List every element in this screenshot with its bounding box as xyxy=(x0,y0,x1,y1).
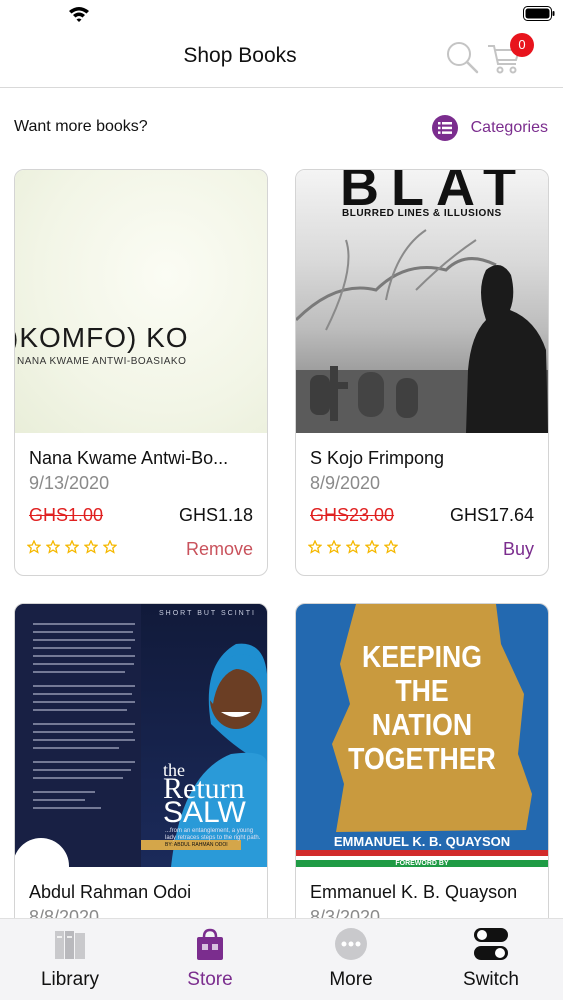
cover-subtitle: BLURRED LINES & ILLUSIONS xyxy=(342,208,502,219)
page-title: Shop Books xyxy=(183,44,297,67)
cover-front: SHORT BUT SCINTI the Return SALW ...from… xyxy=(141,604,267,867)
tab-more[interactable]: More xyxy=(281,919,421,1000)
star-icon xyxy=(346,540,360,554)
book-author: Abdul Rahman Odoi xyxy=(29,882,192,902)
status-bar xyxy=(0,0,563,30)
store-icon xyxy=(197,928,223,960)
star-icon xyxy=(27,540,41,554)
cover-title-line: KEEPING xyxy=(362,639,482,674)
book-date: 9/13/2020 xyxy=(29,473,110,493)
book-cover[interactable]: SHORT BUT SCINTI the Return SALW ...from… xyxy=(15,604,267,867)
battery-icon xyxy=(523,6,555,21)
more-icon xyxy=(335,928,367,960)
star-icon xyxy=(308,540,322,554)
cover-title-line: NATION xyxy=(371,707,473,742)
book-card[interactable]: BLAT BLURRED LINES & ILLUSIONS S Kojo Fr… xyxy=(295,169,549,576)
cover-tagline: ...from an entanglement, a young lady re… xyxy=(165,828,261,841)
tab-library[interactable]: Library xyxy=(0,919,140,1000)
promo-text: Want more books? xyxy=(14,118,148,135)
switch-icon xyxy=(474,928,508,960)
cart-count-badge: 0 xyxy=(510,33,534,57)
categories-button[interactable]: Categories xyxy=(431,114,548,142)
cover-back xyxy=(15,604,141,867)
search-icon[interactable] xyxy=(445,40,479,74)
book-cover[interactable]: KEEPING THE NATION TOGETHER EMMANUEL K. … xyxy=(296,604,548,867)
book-price: GHS17.64 xyxy=(449,505,534,525)
book-author: S Kojo Frimpong xyxy=(310,448,445,468)
cover-foreword: FOREWORD BY xyxy=(395,860,449,867)
star-icon xyxy=(46,540,60,554)
tab-label: Switch xyxy=(463,969,519,990)
cover-title-3: SALW xyxy=(163,796,246,829)
cover-title: KEEPING THE NATION TOGETHER xyxy=(314,640,531,776)
buy-button[interactable]: Buy xyxy=(503,539,534,560)
tab-label: Store xyxy=(187,969,233,990)
cover-title-line: THE xyxy=(395,673,449,708)
star-icon xyxy=(103,540,117,554)
star-icon xyxy=(65,540,79,554)
book-cover[interactable]: )KOMFO) KO NANA KWAME ANTWI-BOASIAKO xyxy=(15,170,267,433)
cover-tag: SHORT BUT SCINTI xyxy=(159,610,256,617)
star-icon xyxy=(365,540,379,554)
book-author: Emmanuel K. B. Quayson xyxy=(310,882,518,902)
library-icon xyxy=(55,931,85,959)
book-author: Nana Kwame Antwi-Bo... xyxy=(29,448,229,468)
star-icon xyxy=(327,540,341,554)
remove-button[interactable]: Remove xyxy=(186,539,253,560)
book-price: GHS1.18 xyxy=(178,505,253,525)
cover-author: NANA KWAME ANTWI-BOASIAKO xyxy=(17,356,187,367)
cover-author: EMMANUEL K. B. QUAYSON xyxy=(333,834,511,849)
rating-stars xyxy=(27,540,122,554)
tab-switch[interactable]: Switch xyxy=(421,919,561,1000)
book-date: 8/9/2020 xyxy=(310,473,381,493)
cover-byline: BY: ABDUL RAHMAN ODOI xyxy=(165,842,228,848)
tab-store[interactable]: Store xyxy=(140,919,280,1000)
book-cover[interactable]: BLAT BLURRED LINES & ILLUSIONS xyxy=(296,170,548,433)
book-card[interactable]: )KOMFO) KO NANA KWAME ANTWI-BOASIAKO Nan… xyxy=(14,169,268,576)
rating-stars xyxy=(308,540,403,554)
tab-bar: Library Store More Switch xyxy=(0,918,563,1000)
cover-title-line: TOGETHER xyxy=(348,741,496,776)
navigation-bar: Shop Books 0 xyxy=(0,30,563,88)
wifi-icon xyxy=(69,7,89,22)
cover-title: )KOMFO) KO xyxy=(15,322,189,353)
star-icon xyxy=(84,540,98,554)
categories-label: Categories xyxy=(470,119,548,136)
star-icon xyxy=(384,540,398,554)
book-old-price: GHS23.00 xyxy=(310,505,395,525)
promo-row: Want more books? Categories xyxy=(0,106,563,148)
book-old-price: GHS1.00 xyxy=(29,505,104,525)
list-icon xyxy=(431,115,458,141)
tab-label: Library xyxy=(40,969,100,990)
tab-label: More xyxy=(329,969,373,990)
